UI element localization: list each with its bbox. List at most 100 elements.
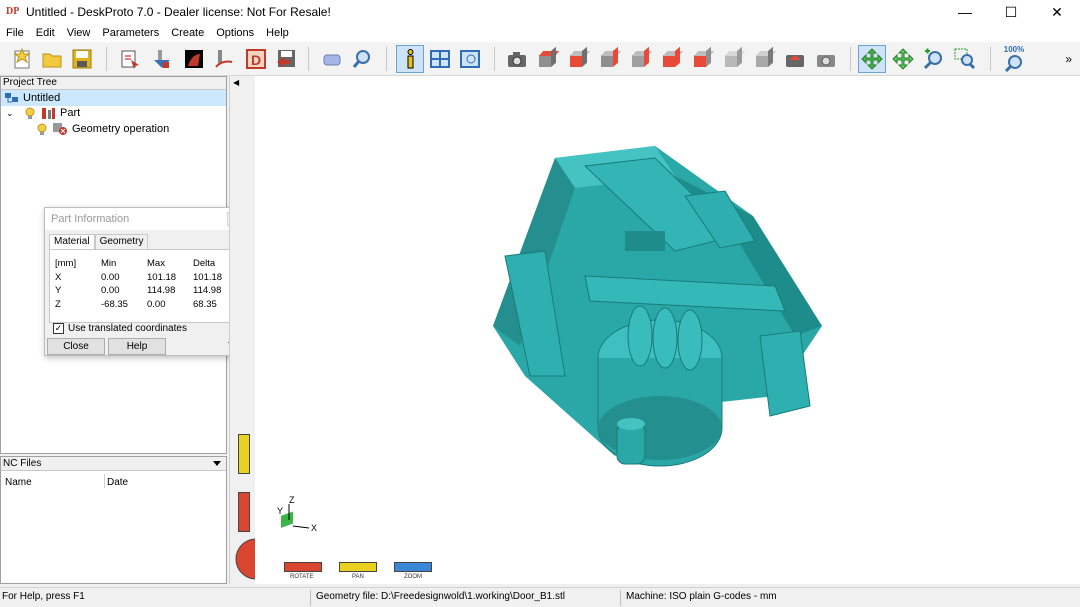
translated-coordinates-option[interactable]: ✓ Use translated coordinates (53, 323, 187, 334)
eraser-button[interactable] (318, 45, 346, 73)
cube-top-icon (537, 46, 560, 68)
view-navigation-strip: ROTATE PAN ZOOM (255, 554, 1080, 584)
full-view-button[interactable] (456, 45, 484, 73)
toolbar-overflow-icon[interactable]: » (1065, 52, 1072, 66)
viewport-sidebar: ◀ (229, 76, 277, 584)
geometry-preview-icon (185, 50, 203, 68)
view-bottom-button[interactable] (688, 45, 716, 73)
pan-slider-vertical[interactable] (238, 434, 250, 474)
zoom-in-icon (923, 48, 942, 70)
cube-bottom-icon (692, 46, 715, 68)
save-nc-button[interactable] (272, 45, 300, 73)
zoom-window-button[interactable] (951, 45, 979, 73)
row-label-z: Z (55, 299, 61, 310)
menu-parameters[interactable]: Parameters (96, 24, 165, 42)
tree-item-geometry-operation[interactable]: Geometry operation (1, 121, 169, 137)
drawing-operation-button[interactable]: D (242, 45, 270, 73)
menu-view[interactable]: View (61, 24, 97, 42)
maximize-button[interactable]: ☐ (988, 0, 1034, 24)
camera-icon (508, 52, 526, 67)
rotate-slider[interactable] (284, 562, 322, 572)
tree-item-part[interactable]: ⌄ Part (1, 105, 80, 121)
camera-view-button[interactable] (503, 45, 531, 73)
load-geometry-button[interactable] (116, 45, 144, 73)
magnify-button[interactable] (348, 45, 376, 73)
zoom-window-icon (954, 48, 976, 70)
cube-left-icon (661, 46, 684, 68)
save-nc-icon (277, 50, 295, 67)
menu-options[interactable]: Options (210, 24, 260, 42)
help-button[interactable]: Help (108, 338, 166, 355)
zoom-slider[interactable] (394, 562, 432, 572)
menu-create[interactable]: Create (165, 24, 210, 42)
view-iso-button[interactable] (719, 45, 747, 73)
rotate-mode-button[interactable] (858, 45, 886, 73)
save-project-button[interactable] (68, 45, 96, 73)
close-button[interactable]: Close (47, 338, 105, 355)
toolpath-button[interactable] (210, 45, 238, 73)
axes-triad-icon: Z Y X (277, 495, 317, 533)
view-right-button[interactable] (595, 45, 623, 73)
close-window-button[interactable]: ✕ (1034, 0, 1080, 24)
col-header-delta: Delta (193, 258, 216, 269)
nc-column-name[interactable]: Name (5, 477, 32, 488)
status-help-text: For Help, press F1 (2, 591, 85, 602)
split-view-icon (430, 50, 450, 68)
nc-files-panel: NC Files Name Date (0, 456, 227, 584)
load-geometry-icon (121, 50, 139, 69)
minimize-button[interactable]: — (942, 0, 988, 24)
tab-geometry[interactable]: Geometry (94, 234, 149, 249)
nc-files-dropdown-icon[interactable] (213, 461, 221, 466)
split-view-button[interactable] (426, 45, 454, 73)
open-project-button[interactable] (38, 45, 66, 73)
pan-mode-button[interactable] (889, 45, 917, 73)
camera-save-button[interactable] (812, 45, 840, 73)
x-max-value: 101.18 (147, 272, 177, 283)
nc-column-date[interactable]: Date (107, 477, 128, 488)
nc-files-title: NC Files (3, 458, 42, 469)
info-icon (407, 49, 414, 69)
pan-arrows-icon (892, 48, 914, 70)
z-delta-value: 68.35 (193, 299, 217, 310)
zoom-100-button[interactable]: 100% (1000, 45, 1028, 73)
expand-chevron-icon[interactable]: ⌄ (6, 108, 18, 119)
checkbox-label: Use translated coordinates (68, 323, 187, 334)
pan-label: PAN (352, 574, 364, 580)
collapse-arrow-icon[interactable]: ◀ (233, 78, 239, 87)
magnify-icon (352, 50, 370, 68)
rotate-arrows-icon (861, 48, 883, 70)
3d-viewport[interactable]: Z Y X (255, 76, 1080, 554)
tree-item-untitled[interactable]: Untitled (1, 90, 226, 106)
part-information-button[interactable] (396, 45, 424, 73)
pan-slider[interactable] (339, 562, 377, 572)
camera-reset-button[interactable] (781, 45, 809, 73)
bulb-icon[interactable] (23, 106, 37, 120)
tree-item-label: Untitled (23, 92, 61, 104)
main-toolbar: D 100% » (0, 42, 1080, 76)
title-bar: DP Untitled - DeskProto 7.0 - Dealer lic… (0, 0, 1080, 24)
menu-file[interactable]: File (0, 24, 30, 42)
rotate-slider-vertical[interactable] (238, 492, 250, 532)
y-max-value: 114.98 (147, 285, 176, 296)
tab-material[interactable]: Material (49, 234, 95, 249)
translated-coordinates-checkbox[interactable]: ✓ (53, 323, 64, 334)
menu-help[interactable]: Help (260, 24, 295, 42)
zoom-mode-button[interactable] (920, 45, 948, 73)
view-left-button[interactable] (657, 45, 685, 73)
axis-label-x: X (311, 523, 317, 533)
bulb-icon[interactable] (35, 122, 49, 136)
view-front-button[interactable] (564, 45, 592, 73)
view-back-button[interactable] (626, 45, 654, 73)
part-parameters-icon (154, 50, 170, 68)
part-parameters-button[interactable] (148, 45, 176, 73)
new-project-button[interactable] (8, 45, 36, 73)
part-information-dialog: Part Information Material Geometry [mm] … (44, 207, 245, 356)
door-model-render[interactable] (255, 76, 1080, 554)
deskproto-logo: DP (6, 6, 20, 17)
geometry-preview-button[interactable] (180, 45, 208, 73)
view-iso-alt-button[interactable] (750, 45, 778, 73)
z-min-value: -68.35 (101, 299, 128, 310)
view-top-button[interactable] (533, 45, 561, 73)
new-file-icon (13, 48, 31, 69)
menu-edit[interactable]: Edit (30, 24, 61, 42)
